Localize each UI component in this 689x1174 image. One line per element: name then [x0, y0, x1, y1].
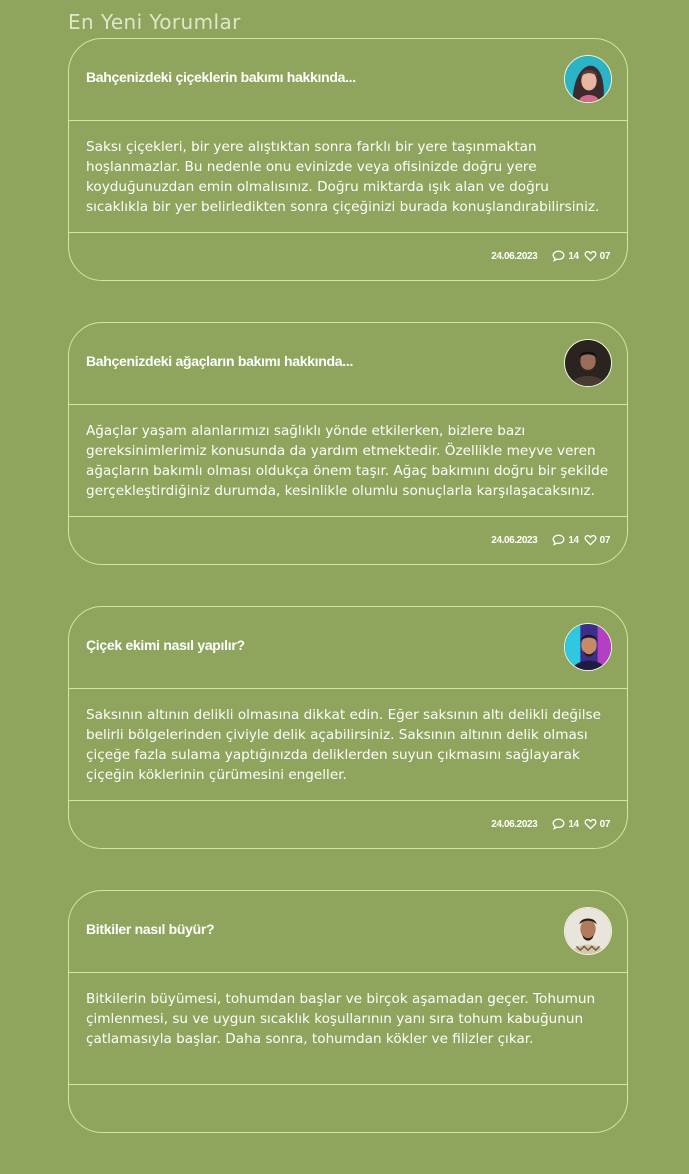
comment-card[interactable]: Bahçenizdeki çiçeklerin bakımı hakkında.… — [68, 38, 628, 281]
man-portrait-neon-avatar-icon — [565, 624, 611, 670]
heart-icon[interactable] — [584, 534, 597, 546]
comment-meta: 24.06.2023 14 07 — [491, 534, 610, 546]
comment-body: Bitkilerin büyümesi, tohumdan başlar ve … — [69, 973, 627, 1085]
comment-card[interactable]: Bitkiler nasıl büyür? Bitkilerin büyümes… — [68, 890, 628, 1133]
comment-footer: 24.06.2023 14 07 — [69, 801, 627, 848]
comment-title[interactable]: Çiçek ekimi nasıl yapılır? — [86, 637, 245, 653]
like-count: 07 — [599, 818, 611, 830]
comment-date: 24.06.2023 — [491, 534, 538, 546]
comment-meta: 24.06.2023 14 07 — [491, 250, 610, 262]
comment-text: Bitkilerin büyümesi, tohumdan başlar ve … — [86, 991, 596, 1047]
comment-footer: 24.06.2023 14 07 — [69, 233, 627, 280]
comment-title[interactable]: Bitkiler nasıl büyür? — [86, 921, 215, 937]
comment-bubble-icon[interactable] — [552, 818, 565, 830]
comment-footer: 24.06.2023 14 07 — [69, 517, 627, 564]
comment-bubble-icon[interactable] — [552, 250, 565, 262]
woman-portrait-avatar-icon — [565, 56, 611, 102]
comment-list: Bahçenizdeki çiçeklerin bakımı hakkında.… — [68, 38, 628, 1174]
comment-title[interactable]: Bahçenizdeki çiçeklerin bakımı hakkında.… — [86, 69, 356, 85]
man-portrait-light-avatar-icon — [565, 908, 611, 954]
comment-text: Saksının altının delikli olmasına dikkat… — [86, 707, 601, 783]
comment-body: Ağaçlar yaşam alanlarımızı sağlıklı yönd… — [69, 405, 627, 517]
comment-date: 24.06.2023 — [491, 250, 538, 262]
comment-text: Saksı çiçekleri, bir yere alıştıktan son… — [86, 139, 600, 215]
man-portrait-avatar-icon — [565, 340, 611, 386]
avatar[interactable] — [564, 339, 612, 387]
comment-body: Saksı çiçekleri, bir yere alıştıktan son… — [69, 121, 627, 233]
comment-card-header: Bahçenizdeki çiçeklerin bakımı hakkında.… — [69, 39, 627, 121]
page-title: En Yeni Yorumlar — [68, 10, 241, 34]
comment-card-header: Bitkiler nasıl büyür? — [69, 891, 627, 973]
avatar[interactable] — [564, 55, 612, 103]
comment-meta: 24.06.2023 14 07 — [491, 818, 610, 830]
comment-footer — [69, 1085, 627, 1132]
comment-card[interactable]: Çiçek ekimi nasıl yapılır? Saksının altı… — [68, 606, 628, 849]
comment-card[interactable]: Bahçenizdeki ağaçların bakımı hakkında..… — [68, 322, 628, 565]
comment-body: Saksının altının delikli olmasına dikkat… — [69, 689, 627, 801]
like-count: 07 — [599, 250, 611, 262]
comment-card-header: Bahçenizdeki ağaçların bakımı hakkında..… — [69, 323, 627, 405]
avatar[interactable] — [564, 623, 612, 671]
comment-count: 14 — [568, 818, 579, 830]
comment-title[interactable]: Bahçenizdeki ağaçların bakımı hakkında..… — [86, 353, 353, 369]
comment-bubble-icon[interactable] — [552, 534, 565, 546]
comment-date: 24.06.2023 — [491, 818, 538, 830]
avatar[interactable] — [564, 907, 612, 955]
comment-count: 14 — [568, 250, 579, 262]
comment-card-header: Çiçek ekimi nasıl yapılır? — [69, 607, 627, 689]
like-count: 07 — [599, 534, 611, 546]
heart-icon[interactable] — [584, 250, 597, 262]
heart-icon[interactable] — [584, 818, 597, 830]
comment-text: Ağaçlar yaşam alanlarımızı sağlıklı yönd… — [86, 423, 609, 499]
comment-count: 14 — [568, 534, 579, 546]
